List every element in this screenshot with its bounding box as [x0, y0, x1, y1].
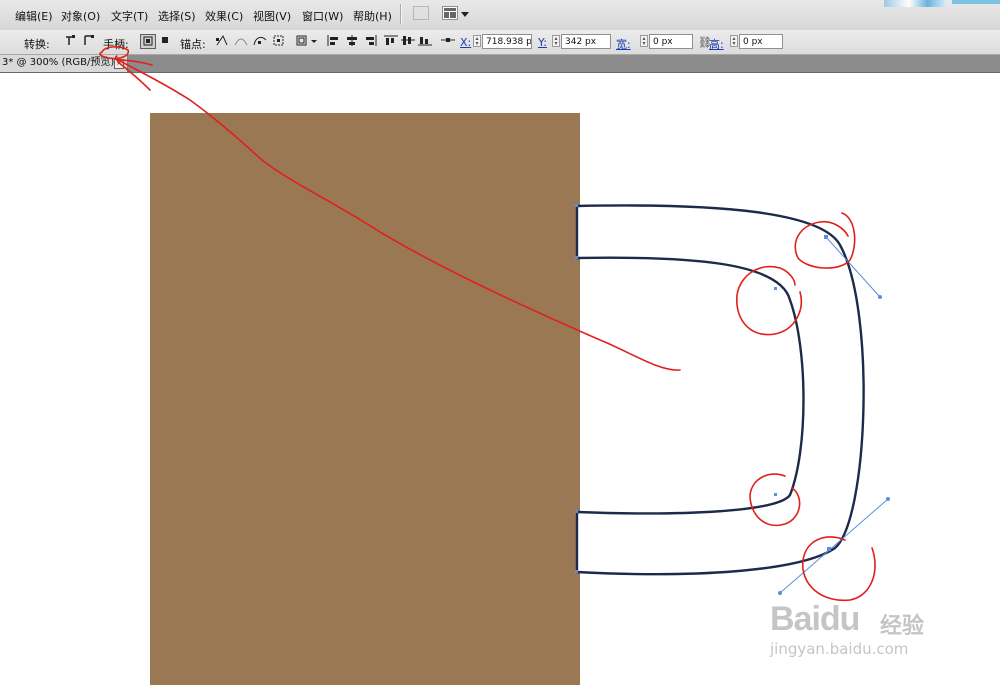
anchor-point[interactable] — [774, 287, 777, 290]
anchor-point[interactable] — [575, 510, 578, 513]
anchor-point[interactable] — [774, 493, 777, 496]
baidu-watermark: Baidu 经验 jingyan.baidu.com — [770, 578, 950, 668]
handle-point-top[interactable] — [878, 295, 882, 299]
watermark-url: jingyan.baidu.com — [770, 640, 909, 658]
handle-point-bottom-end[interactable] — [886, 497, 890, 501]
watermark-product: 经验 — [880, 614, 925, 639]
anchor-point[interactable] — [824, 235, 828, 239]
annotation-circle-toolbar — [99, 46, 130, 60]
selected-path[interactable] — [575, 204, 865, 576]
anchor-point[interactable] — [575, 570, 578, 573]
brown-rectangle[interactable] — [150, 113, 580, 685]
anchor-point[interactable] — [575, 256, 578, 259]
anchor-point[interactable] — [827, 547, 831, 551]
watermark-brand: Baidu — [770, 600, 860, 638]
anchor-point[interactable] — [575, 204, 578, 207]
